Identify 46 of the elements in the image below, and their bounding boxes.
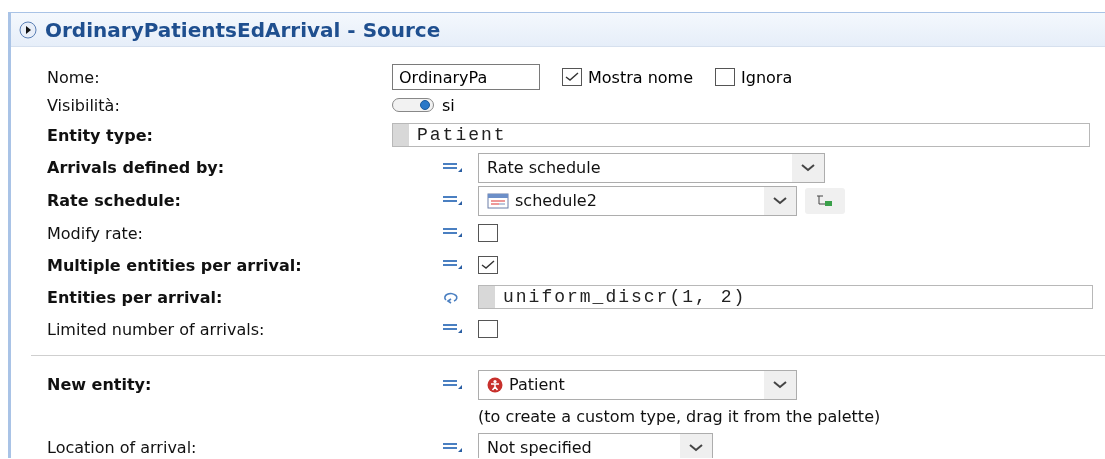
panel-title: OrdinaryPatientsEdArrival - Source — [45, 17, 441, 42]
checkbox[interactable] — [478, 224, 498, 242]
chevron-down-icon — [773, 380, 787, 389]
equals-icon[interactable] — [442, 259, 464, 271]
equals-icon[interactable] — [442, 323, 464, 335]
play-icon[interactable] — [19, 20, 37, 39]
field-label: Modify rate: — [47, 223, 143, 243]
code-field[interactable]: uniform_discr(1, 2) — [478, 285, 1093, 309]
dropdown[interactable]: schedule2 — [478, 185, 797, 216]
chevron-down-icon — [801, 163, 815, 172]
checkbox-label: Mostra nome — [588, 67, 694, 87]
chevron-down-icon — [773, 196, 787, 205]
name-field[interactable]: OrdinaryPa — [392, 64, 540, 90]
check-icon — [481, 260, 495, 270]
field-label: Entity type: — [47, 125, 153, 145]
check-icon — [565, 72, 579, 82]
tree-button[interactable] — [805, 187, 845, 214]
dropdown[interactable]: Rate schedule — [478, 152, 825, 183]
equals-icon[interactable] — [442, 227, 464, 239]
equals-icon[interactable] — [442, 441, 464, 454]
equals-icon[interactable] — [442, 194, 464, 207]
field-label: New entity: — [47, 375, 152, 394]
chevron-down-icon — [689, 443, 703, 452]
field-label: Limited number of arrivals: — [47, 319, 265, 339]
field-label: Arrivals defined by: — [47, 158, 225, 177]
hint-text: (to create a custom type, drag it from the palette) — [478, 406, 881, 426]
dropdown[interactable]: Not specified — [478, 432, 713, 458]
checkbox[interactable] — [562, 68, 582, 86]
checkbox-label: Ignora — [741, 67, 793, 87]
toggle-label: si — [442, 95, 455, 115]
field-label: Entities per arrival: — [47, 287, 223, 307]
loop-icon[interactable] — [442, 290, 460, 304]
checkbox[interactable] — [478, 320, 498, 338]
equals-icon[interactable] — [442, 378, 464, 391]
field-label: Visibilità: — [47, 95, 120, 115]
field-label: Location of arrival: — [47, 438, 197, 457]
tree-icon — [815, 193, 835, 208]
code-field[interactable]: Patient — [392, 123, 1090, 147]
field-label: Rate schedule: — [47, 191, 181, 210]
checkbox[interactable] — [715, 68, 736, 86]
field-label: Multiple entities per arrival: — [47, 255, 302, 275]
equals-icon[interactable] — [442, 161, 464, 174]
toggle-switch[interactable] — [392, 98, 434, 112]
field-label: Nome: — [47, 67, 100, 87]
dropdown[interactable]: Patient — [478, 369, 797, 400]
checkbox[interactable] — [478, 256, 498, 274]
